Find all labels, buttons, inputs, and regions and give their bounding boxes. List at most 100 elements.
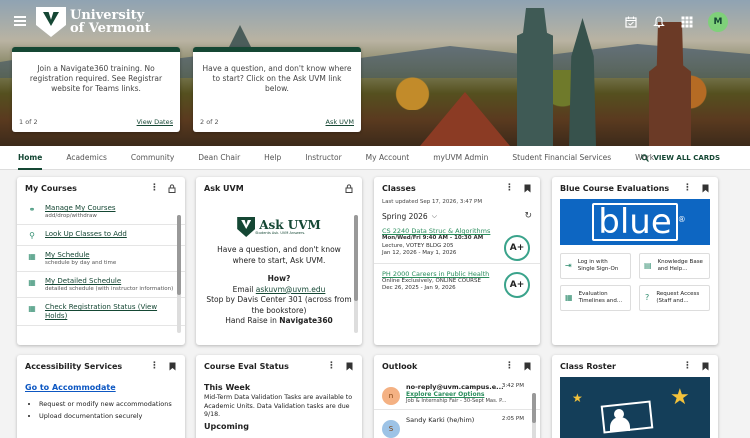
- upcoming-heading: Upcoming: [204, 421, 249, 431]
- email-subject[interactable]: Explore Career Options: [406, 391, 506, 398]
- refresh-icon[interactable]: ↻: [524, 211, 532, 221]
- course-link-label: Look Up Classes to Add: [45, 230, 127, 238]
- blue-logo: blue ®: [592, 203, 686, 241]
- this-week-text: Mid-Term Data Validation Tasks are avail…: [204, 394, 353, 418]
- eval-tile-sso[interactable]: ⇥ Log in with Single Sign-On: [560, 253, 631, 279]
- promo-pager: 2 of 2: [200, 118, 219, 126]
- apps-grid-icon[interactable]: [680, 15, 694, 29]
- hamburger-menu-icon[interactable]: [14, 16, 26, 26]
- eval-tile-knowledge-base[interactable]: ▤ Knowledge Base and Help...: [639, 253, 710, 279]
- kebab-menu-icon[interactable]: ⋮: [149, 361, 159, 371]
- book-icon: ▤: [644, 261, 652, 270]
- card-header: Course Eval Status ⋮: [196, 355, 362, 377]
- course-link-label: Manage My Courses: [45, 204, 116, 212]
- promo-link[interactable]: Ask UVM: [326, 118, 354, 126]
- nav-instructor[interactable]: Instructor: [305, 146, 341, 170]
- card-header: Blue Course Evaluations ⋮: [552, 177, 718, 199]
- promo-pager: 1 of 2: [19, 118, 38, 126]
- user-avatar[interactable]: M: [708, 12, 728, 32]
- promo-link[interactable]: View Dates: [137, 118, 173, 126]
- ask-uvm-hand-raise: Hand Raise in Navigate360: [206, 316, 352, 327]
- scrollbar[interactable]: [532, 393, 536, 438]
- card-header: Ask UVM: [196, 177, 362, 199]
- card-header: Outlook ⋮: [374, 355, 540, 377]
- course-link-label: Check Registration Status (View Holds): [45, 303, 158, 320]
- calendar-icon: ▦: [565, 293, 573, 302]
- kebab-menu-icon[interactable]: ⋮: [682, 361, 692, 371]
- go-to-accommodate-link[interactable]: Go to Accommodate: [17, 377, 185, 392]
- scrollbar[interactable]: [177, 215, 181, 333]
- hand-raise-bold: Navigate360: [279, 316, 333, 325]
- nav-help[interactable]: Help: [264, 146, 281, 170]
- bookmark-icon[interactable]: [700, 361, 710, 371]
- main-nav: Home Academics Community Dean Chair Help…: [0, 146, 750, 170]
- kebab-menu-icon[interactable]: ⋮: [504, 183, 514, 193]
- scrollbar[interactable]: [354, 215, 358, 333]
- eval-tile-timelines[interactable]: ▦ Evaluation Timelines and...: [560, 285, 631, 311]
- classes-card: Classes ⋮ Last updated Sep 17, 2026, 3:4…: [374, 177, 540, 345]
- course-link-schedule[interactable]: ▦ My Schedule schedule by day and time: [17, 246, 185, 272]
- nav-academics[interactable]: Academics: [66, 146, 107, 170]
- course-eval-status-card: Course Eval Status ⋮ This Week Mid-Term …: [196, 355, 362, 438]
- ask-uvm-email-line: Email askuvm@uvm.edu: [206, 285, 352, 296]
- term-selector[interactable]: Spring 2026 ⌵ ↻: [374, 205, 540, 221]
- email-item[interactable]: S Sandy Karki (he/him) 2:05 PM: [374, 410, 540, 438]
- eval-tile-request-access[interactable]: ? Request Access (Staff and...: [639, 285, 710, 311]
- kebab-menu-icon[interactable]: ⋮: [149, 183, 159, 193]
- nav-student-financial-services[interactable]: Student Financial Services: [512, 146, 611, 170]
- view-all-label: VIEW ALL CARDS: [653, 154, 720, 162]
- eval-tile-label: Knowledge Base and Help...: [657, 259, 703, 272]
- bookmark-icon[interactable]: [522, 183, 532, 193]
- course-link-manage[interactable]: ⚭ Manage My Courses add/drop/withdraw: [17, 199, 185, 225]
- eval-tiles: ⇥ Log in with Single Sign-On ▤ Knowledge B…: [552, 245, 718, 311]
- grade-badge: A+: [504, 235, 530, 261]
- ask-uvm-logo-name: Ask UVM: [259, 218, 321, 232]
- nav-my-account[interactable]: My Account: [366, 146, 410, 170]
- nav-myuvm-admin[interactable]: myUVM Admin: [433, 146, 488, 170]
- course-link-lookup[interactable]: ⚲ Look Up Classes to Add: [17, 225, 185, 246]
- course-link-registration-status[interactable]: ▦ Check Registration Status (View Holds): [17, 298, 185, 326]
- class-entry: PH 2000 Careers in Public Health Online …: [374, 264, 540, 298]
- uvm-shield-icon: [237, 217, 256, 237]
- grade-badge: A+: [504, 271, 530, 298]
- uvm-logo[interactable]: University of Vermont: [36, 7, 151, 37]
- kebab-menu-icon[interactable]: ⋮: [682, 183, 692, 193]
- view-all-cards-link[interactable]: VIEW ALL CARDS: [641, 146, 720, 170]
- bookmark-icon[interactable]: [344, 361, 354, 371]
- kebab-menu-icon[interactable]: ⋮: [326, 361, 336, 371]
- kebab-menu-icon[interactable]: ⋮: [504, 361, 514, 371]
- lock-icon[interactable]: [167, 183, 177, 193]
- promo-footer: 2 of 2 Ask UVM: [200, 118, 354, 126]
- card-title: Course Eval Status: [204, 361, 289, 371]
- promo-card: Have a question, and don't know where to…: [193, 47, 361, 132]
- card-title: Blue Course Evaluations: [560, 183, 670, 193]
- my-courses-card: My Courses ⋮ ⚭ Manage My Courses add/drop…: [17, 177, 185, 345]
- class-code-link[interactable]: CS 2240 Data Struc & Algorithms: [382, 227, 532, 235]
- email-item[interactable]: n no-reply@uvm.campus.e... Explore Caree…: [374, 377, 540, 410]
- uvm-shield-icon: [36, 7, 66, 37]
- search-icon: [641, 154, 650, 162]
- calendar-icon: ▦: [28, 278, 36, 287]
- calendar-icon: ▦: [28, 304, 36, 313]
- course-link-label: My Schedule: [45, 251, 90, 259]
- nav-community[interactable]: Community: [131, 146, 174, 170]
- outlook-card: Outlook ⋮ n no-reply@uvm.campus.e... Exp…: [374, 355, 540, 438]
- bookmark-icon[interactable]: [700, 183, 710, 193]
- calendar-check-icon[interactable]: [624, 15, 638, 29]
- ask-uvm-body: Have a question, and don't know where to…: [196, 237, 362, 327]
- bell-icon[interactable]: [652, 15, 666, 29]
- list-item: Upload documentation securely: [39, 412, 177, 420]
- nav-dean-chair[interactable]: Dean Chair: [198, 146, 240, 170]
- this-week-heading: This Week: [204, 383, 251, 392]
- ask-uvm-email-link[interactable]: askuvm@uvm.edu: [256, 285, 326, 294]
- card-title: Class Roster: [560, 361, 616, 371]
- ask-uvm-stop-by: Stop by Davis Center 301 (across from th…: [206, 295, 352, 315]
- lock-icon[interactable]: [344, 183, 354, 193]
- nav-home[interactable]: Home: [18, 146, 43, 170]
- bookmark-icon[interactable]: [522, 361, 532, 371]
- email-label: Email: [232, 284, 254, 294]
- class-roster-card: Class Roster ⋮ ★ ★: [552, 355, 718, 438]
- course-link-detailed-schedule[interactable]: ▦ My Detailed Schedule detailed schedule …: [17, 272, 185, 298]
- class-roster-illustration: ★ ★: [560, 377, 710, 438]
- bookmark-icon[interactable]: [167, 361, 177, 371]
